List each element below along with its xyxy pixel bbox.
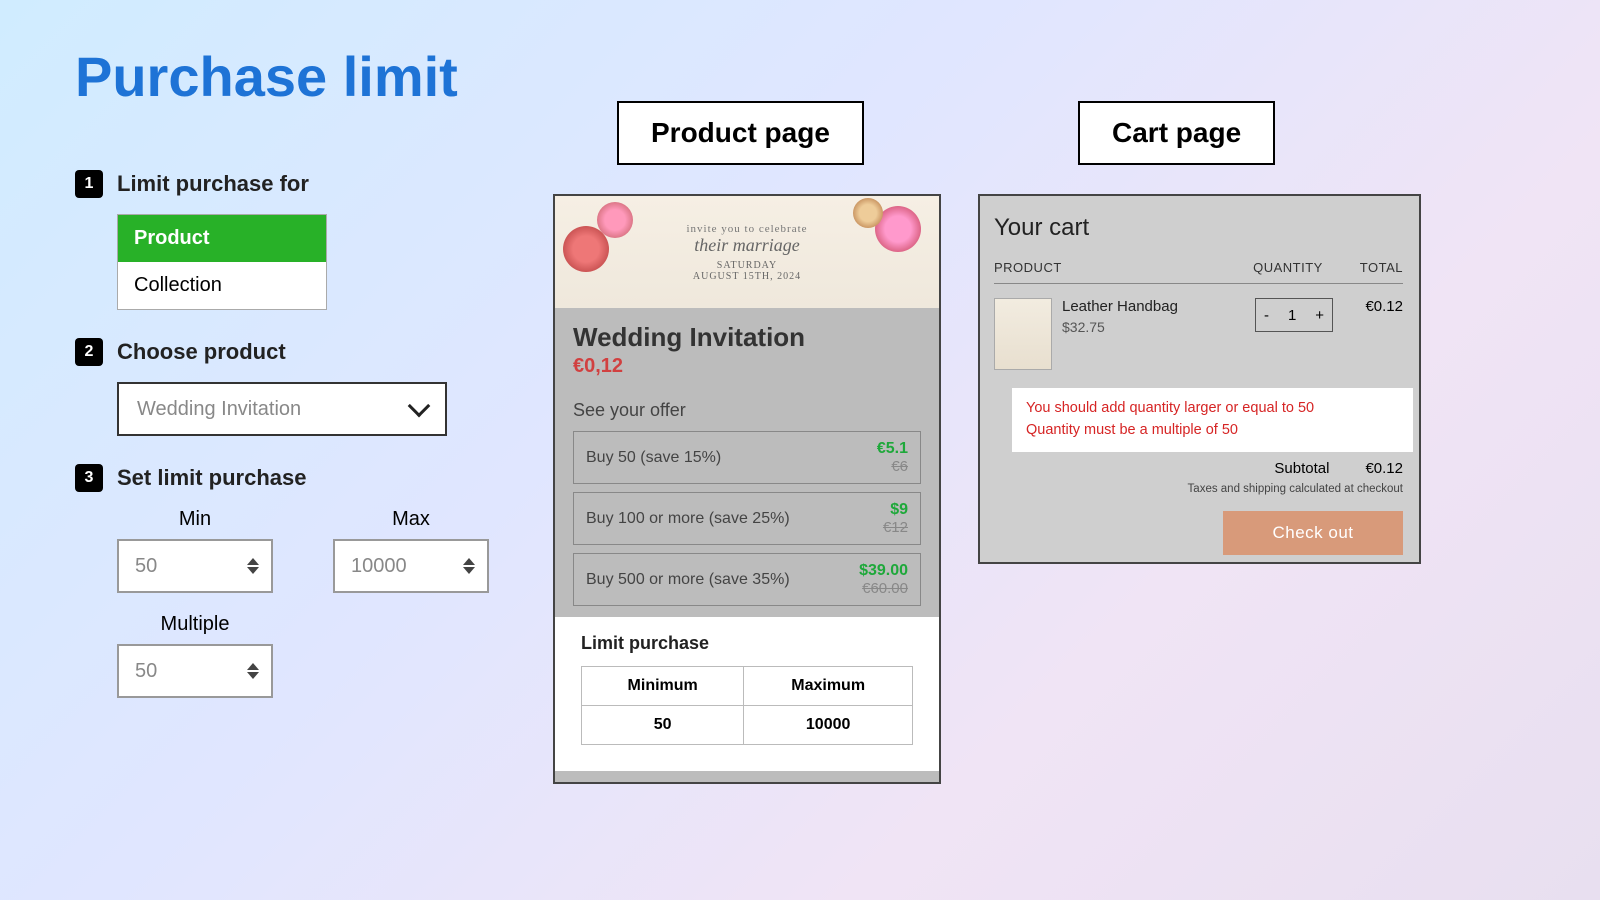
cart-header-row: PRODUCT QUANTITY TOTAL <box>994 260 1403 284</box>
max-input[interactable]: 10000 <box>333 539 489 593</box>
cart-page-preview: Your cart PRODUCT QUANTITY TOTAL Leather… <box>978 194 1421 564</box>
min-col: Min 50 <box>117 508 273 593</box>
min-value: 50 <box>135 555 157 578</box>
offer-text: Buy 100 or more (save 25%) <box>586 510 790 528</box>
multiple-label: Multiple <box>161 613 230 636</box>
product-page-preview: invite you to celebrate their marriage S… <box>553 194 941 784</box>
hero-line-2: their marriage <box>694 235 800 256</box>
limit-min-header: Minimum <box>582 667 744 706</box>
offer-orig: €6 <box>877 458 908 475</box>
limit-box-title: Limit purchase <box>581 633 913 654</box>
choose-product-value: Wedding Invitation <box>137 398 301 421</box>
min-input[interactable]: 50 <box>117 539 273 593</box>
cart-item-total: €0.12 <box>1333 298 1403 315</box>
offer-orig: €12 <box>883 519 908 536</box>
cart-item-thumb <box>994 298 1052 370</box>
multiple-col: Multiple 50 <box>117 613 273 698</box>
step-3-badge: 3 <box>75 464 103 492</box>
product-name: Wedding Invitation <box>573 322 921 353</box>
offer-text: Buy 500 or more (save 35%) <box>586 571 790 589</box>
qty-dec[interactable]: - <box>1264 307 1269 324</box>
cart-title: Your cart <box>994 214 1403 242</box>
qty-inc[interactable]: + <box>1315 307 1324 324</box>
limit-purchase-box: Limit purchase Minimum Maximum 50 10000 <box>555 617 939 771</box>
hero-line-1: invite you to celebrate <box>686 223 807 235</box>
cart-line-item: Leather Handbag $32.75 - 1 + €0.12 <box>994 298 1403 370</box>
subtotal-row: Subtotal €0.12 <box>994 460 1403 477</box>
step-3: 3 Set limit purchase Min 50 Max 10000 Mu… <box>75 464 495 698</box>
offer-save: €5.1 <box>877 440 908 458</box>
min-label: Min <box>179 508 211 531</box>
option-collection[interactable]: Collection <box>118 262 326 309</box>
offer-save: $39.00 <box>859 562 908 580</box>
limit-max-header: Maximum <box>744 667 913 706</box>
min-stepper[interactable] <box>247 558 259 574</box>
subtotal-value: €0.12 <box>1365 460 1403 477</box>
offer-title: See your offer <box>573 400 921 421</box>
max-value: 10000 <box>351 555 407 578</box>
taxes-note: Taxes and shipping calculated at checkou… <box>994 483 1403 495</box>
step-2-title: Choose product <box>117 339 286 365</box>
multiple-input[interactable]: 50 <box>117 644 273 698</box>
offer-save: $9 <box>883 501 908 519</box>
hero-line-4: AUGUST 15TH, 2024 <box>693 271 801 282</box>
cart-page-label: Cart page <box>1078 101 1275 165</box>
qty-value: 1 <box>1288 307 1296 324</box>
multiple-stepper[interactable] <box>247 663 259 679</box>
offer-row[interactable]: Buy 50 (save 15%) €5.1€6 <box>573 431 921 484</box>
multiple-value: 50 <box>135 660 157 683</box>
step-2-badge: 2 <box>75 338 103 366</box>
choose-product-dropdown[interactable]: Wedding Invitation <box>117 382 447 436</box>
max-label: Max <box>392 508 430 531</box>
checkout-button[interactable]: Check out <box>1223 511 1403 555</box>
cart-item-name: Leather Handbag <box>1062 298 1255 315</box>
page-title: Purchase limit <box>75 44 458 109</box>
offer-row[interactable]: Buy 100 or more (save 25%) $9€12 <box>573 492 921 545</box>
config-panel: 1 Limit purchase for Product Collection … <box>75 170 495 726</box>
step-3-title: Set limit purchase <box>117 465 307 491</box>
cart-head-product: PRODUCT <box>994 260 1243 275</box>
limit-for-options: Product Collection <box>117 214 327 310</box>
max-stepper[interactable] <box>463 558 475 574</box>
step-2: 2 Choose product Wedding Invitation <box>75 338 495 436</box>
product-page-label: Product page <box>617 101 864 165</box>
offer-orig: €60.00 <box>859 580 908 597</box>
limit-table: Minimum Maximum 50 10000 <box>581 666 913 745</box>
option-product[interactable]: Product <box>118 215 326 262</box>
product-hero: invite you to celebrate their marriage S… <box>555 196 939 308</box>
cart-warning-2: Quantity must be a multiple of 50 <box>1026 420 1399 442</box>
cart-item-sub: $32.75 <box>1062 319 1255 335</box>
offer-row[interactable]: Buy 500 or more (save 35%) $39.00€60.00 <box>573 553 921 606</box>
step-1-badge: 1 <box>75 170 103 198</box>
offer-text: Buy 50 (save 15%) <box>586 449 721 467</box>
cart-head-qty: QUANTITY <box>1243 260 1333 275</box>
limit-max-value: 10000 <box>744 706 913 745</box>
subtotal-label: Subtotal <box>1274 460 1329 477</box>
cart-warning-box: You should add quantity larger or equal … <box>1012 388 1413 452</box>
step-1-title: Limit purchase for <box>117 171 309 197</box>
chevron-down-icon <box>408 395 431 418</box>
hero-line-3: SATURDAY <box>717 260 777 271</box>
step-1: 1 Limit purchase for Product Collection <box>75 170 495 310</box>
product-price: €0,12 <box>573 355 921 378</box>
cart-qty-stepper[interactable]: - 1 + <box>1255 298 1333 332</box>
limit-min-value: 50 <box>582 706 744 745</box>
max-col: Max 10000 <box>333 508 489 593</box>
cart-warning-1: You should add quantity larger or equal … <box>1026 398 1399 420</box>
cart-head-total: TOTAL <box>1333 260 1403 275</box>
